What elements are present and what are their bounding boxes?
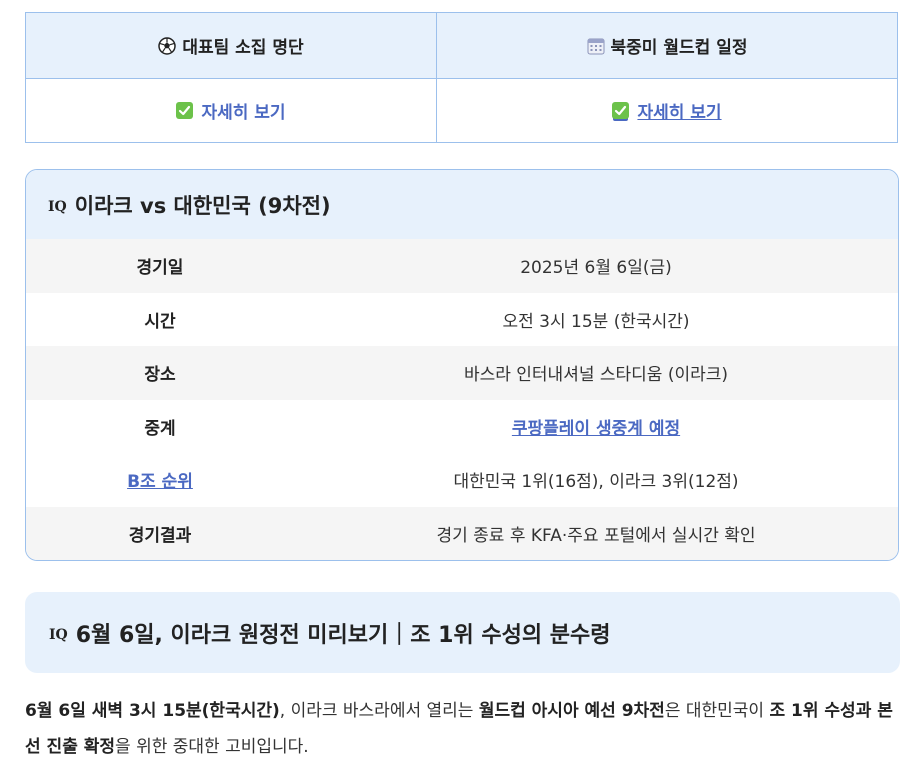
world-cup-schedule-header: 북중미 월드컵 일정: [437, 13, 897, 79]
intro-bold-datetime: 6월 6일 새벽 3시 15분(한국시간): [25, 701, 280, 721]
table-row: 시간 오전 3시 15분 (한국시간): [26, 293, 898, 347]
section-heading-text: 6월 6일, 이라크 원정전 미리보기｜조 1위 수성의 분수령: [75, 622, 611, 648]
broadcast-value: 쿠팡플레이 생중계 예정: [294, 414, 898, 439]
match-card-title: IQ 이라크 vs 대한민국 (9차전): [26, 170, 898, 239]
intro-text: , 이라크 바스라에서 열리는: [279, 701, 479, 721]
squad-list-details-link[interactable]: 자세히 보기: [201, 98, 285, 123]
table-row: B조 순위 대한민국 1위(16점), 이라크 3위(12점): [26, 453, 898, 507]
squad-list-header-label: 대표팀 소집 명단: [182, 38, 304, 58]
coupang-play-link[interactable]: 쿠팡플레이 생중계 예정: [512, 419, 680, 439]
soccer-ball-icon: [158, 36, 177, 55]
row-label: 장소: [144, 365, 176, 386]
table-row: 경기일 2025년 6월 6일(금): [26, 239, 898, 293]
row-value: 바스라 인터내셔널 스타디움 (이라크): [463, 365, 729, 386]
row-value: 대한민국 1위(16점), 이라크 3위(12점): [453, 472, 739, 493]
intro-text: 은 대한민국이: [664, 701, 770, 721]
match-title-text: 이라크 vs 대한민국 (9차전): [74, 193, 331, 218]
links-table: 대표팀 소집 명단 북중미 월드컵 일정 자세히 보기 자세히 보기: [25, 12, 898, 143]
row-value: 경기 종료 후 KFA·주요 포털에서 실시간 확인: [436, 525, 756, 546]
table-row: 경기결과 경기 종료 후 KFA·주요 포털에서 실시간 확인: [26, 506, 898, 560]
table-row: 장소 바스라 인터내셔널 스타디움 (이라크): [26, 346, 898, 400]
iraq-flag-icon: IQ: [48, 198, 67, 215]
squad-list-cell: 자세히 보기: [26, 79, 437, 142]
group-b-standings-link[interactable]: B조 순위: [127, 472, 193, 492]
intro-text: 을 위한 중대한 고비입니다.: [115, 737, 309, 757]
table-row: 중계 쿠팡플레이 생중계 예정: [26, 400, 898, 454]
calendar-icon: [587, 37, 605, 55]
iraq-flag-icon: IQ: [49, 626, 68, 643]
row-value: 2025년 6월 6일(금): [520, 258, 672, 279]
world-cup-schedule-header-label: 북중미 월드컵 일정: [610, 38, 748, 58]
row-label: 중계: [144, 418, 176, 439]
row-label: 경기일: [136, 258, 184, 279]
intro-paragraph: 6월 6일 새벽 3시 15분(한국시간), 이라크 바스라에서 열리는 월드컵…: [25, 693, 903, 765]
row-label: 경기결과: [128, 525, 192, 546]
section-heading: IQ 6월 6일, 이라크 원정전 미리보기｜조 1위 수성의 분수령: [25, 592, 900, 673]
match-info-card: IQ 이라크 vs 대한민국 (9차전) 경기일 2025년 6월 6일(금) …: [25, 169, 899, 561]
row-label: 시간: [144, 311, 176, 332]
check-mark-icon[interactable]: [612, 102, 630, 119]
world-cup-schedule-cell: 자세히 보기: [437, 79, 897, 142]
check-mark-icon: [176, 102, 194, 119]
squad-list-header: 대표팀 소집 명단: [26, 13, 437, 79]
world-cup-schedule-details-link[interactable]: 자세히 보기: [637, 98, 721, 123]
row-label: B조 순위: [26, 467, 294, 492]
intro-bold-qualifier: 월드컵 아시아 예선 9차전: [478, 701, 665, 721]
row-value: 오전 3시 15분 (한국시간): [502, 311, 690, 332]
